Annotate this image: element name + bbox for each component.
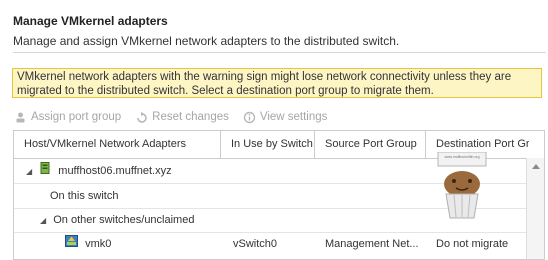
- other-switches-label: On other switches/unclaimed: [53, 214, 195, 226]
- muffin-mascot-watermark: www.muffinsmuffin.org: [434, 151, 490, 224]
- view-settings-label: View settings: [259, 111, 328, 123]
- column-header-source[interactable]: Source Port Group: [315, 131, 426, 158]
- table-row-vmk0[interactable]: vmk0 vSwitch0 Management Net... Do not m…: [14, 232, 528, 256]
- assign-icon: [14, 111, 27, 124]
- reset-changes-label: Reset changes: [152, 111, 229, 123]
- warning-banner: VMkernel network adapters with the warni…: [12, 68, 542, 98]
- watermark-text: www.muffinsmuffin.org: [444, 155, 480, 159]
- column-header-in-use[interactable]: In Use by Switch: [221, 131, 315, 158]
- on-this-switch-label: On this switch: [50, 190, 119, 202]
- reset-icon: [135, 111, 148, 124]
- vmk-name: vmk0: [85, 238, 112, 250]
- in-use-cell: vSwitch0: [233, 238, 278, 250]
- view-settings-icon: [243, 111, 256, 124]
- vmkernel-adapter-icon: [65, 232, 78, 256]
- other-switches-cell: ◢ On other switches/unclaimed: [40, 208, 194, 232]
- page-subtitle: Manage and assign VMkernel network adapt…: [13, 34, 400, 48]
- view-settings-button[interactable]: View settings: [243, 109, 328, 125]
- destination-port-group-cell[interactable]: Do not migrate: [436, 232, 508, 256]
- host-cell: ◢ muffhost06.muffnet.xyz: [26, 159, 172, 183]
- expand-icon[interactable]: ◢: [26, 160, 32, 183]
- toolbar: Assign port group Reset changes View set…: [14, 109, 327, 125]
- expand-icon[interactable]: ◢: [40, 209, 46, 232]
- host-icon: [40, 159, 50, 183]
- host-name: muffhost06.muffnet.xyz: [58, 165, 172, 177]
- source-port-group-cell: Management Net...: [325, 238, 419, 250]
- assign-port-group-button[interactable]: Assign port group: [14, 109, 121, 125]
- page-title: Manage VMkernel adapters: [13, 14, 168, 28]
- reset-changes-button[interactable]: Reset changes: [135, 109, 229, 125]
- vertical-scrollbar[interactable]: [526, 158, 544, 259]
- scroll-up-arrow-icon[interactable]: [532, 164, 540, 169]
- assign-port-group-label: Assign port group: [31, 111, 122, 123]
- vmk-cell: vmk0: [65, 232, 111, 256]
- header-divider: [13, 52, 546, 53]
- column-header-host[interactable]: Host/VMkernel Network Adapters: [14, 131, 221, 158]
